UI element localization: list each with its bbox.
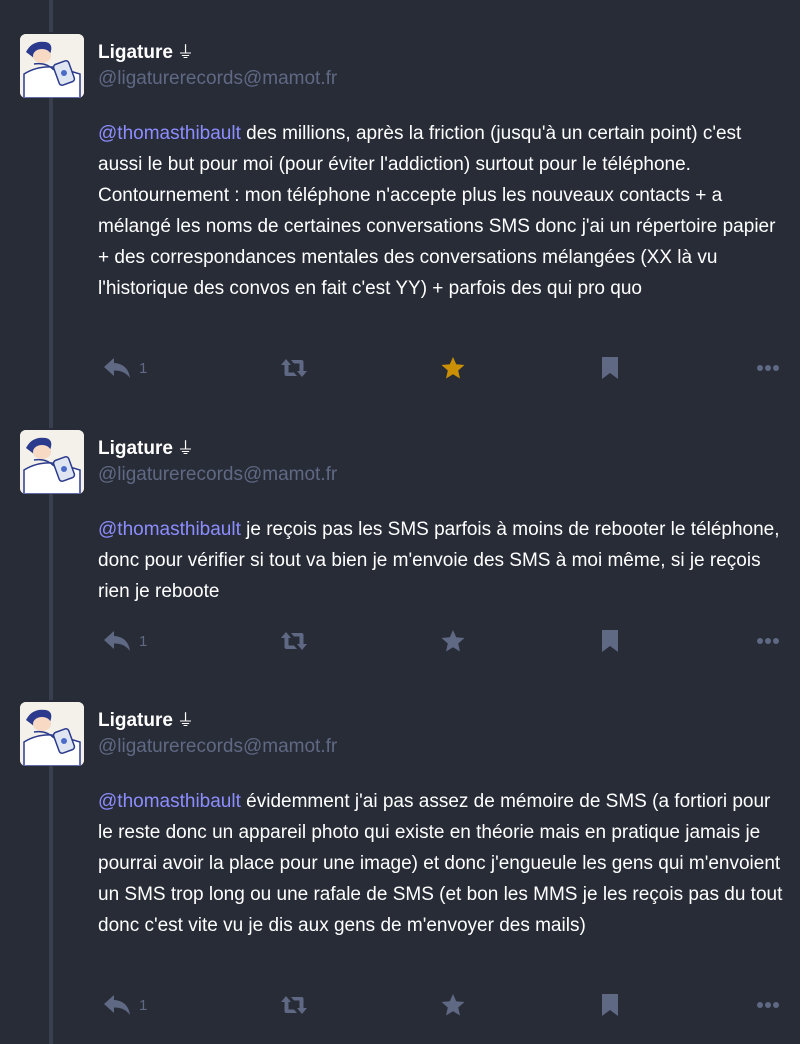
display-name-text: Ligature: [98, 42, 173, 63]
bookmark-button[interactable]: [600, 353, 620, 383]
bookmark-button[interactable]: [600, 626, 620, 656]
reply-count: 1: [139, 996, 148, 1014]
status-card[interactable]: Ligature ⏚ @ligaturerecords@mamot.fr @tho…: [0, 702, 800, 1032]
reply-icon: [104, 358, 130, 378]
status-action-bar: 1: [0, 626, 800, 656]
reply-button[interactable]: 1: [103, 626, 147, 656]
more-options-button[interactable]: [756, 353, 780, 383]
status-action-bar: 1: [0, 353, 800, 383]
reply-icon: [104, 631, 130, 651]
boost-button[interactable]: [280, 990, 308, 1020]
conversation-thread: Ligature ⏚ @ligaturerecords@mamot.fr @tho…: [0, 0, 800, 1044]
status-text: évidemment j'ai pas assez de mémoire de …: [98, 791, 783, 936]
display-name[interactable]: Ligature ⏚: [98, 706, 194, 732]
ellipsis-icon: [757, 1002, 779, 1008]
ellipsis-icon: [757, 638, 779, 644]
boost-button[interactable]: [280, 626, 308, 656]
bookmark-button[interactable]: [600, 990, 620, 1020]
thread-line: [49, 0, 53, 32]
bot-icon: ⏚: [176, 711, 194, 730]
bookmark-icon: [602, 357, 618, 379]
status-content: @thomasthibault je reçois pas les SMS pa…: [98, 514, 788, 607]
more-options-button[interactable]: [756, 990, 780, 1020]
account-handle[interactable]: @ligaturerecords@mamot.fr: [98, 464, 337, 486]
bookmark-icon: [602, 630, 618, 652]
avatar[interactable]: [20, 34, 84, 98]
reply-count: 1: [139, 359, 148, 377]
status-card[interactable]: Ligature ⏚ @ligaturerecords@mamot.fr @tho…: [0, 34, 800, 404]
mention-link[interactable]: @thomasthibault: [98, 519, 241, 540]
status-action-bar: 1: [0, 990, 800, 1020]
display-name-text: Ligature: [98, 710, 173, 731]
display-name-text: Ligature: [98, 438, 173, 459]
status-card[interactable]: Ligature ⏚ @ligaturerecords@mamot.fr @tho…: [0, 430, 800, 680]
display-name[interactable]: Ligature ⏚: [98, 38, 194, 64]
display-name[interactable]: Ligature ⏚: [98, 434, 194, 460]
boost-icon: [281, 359, 307, 377]
bot-icon: ⏚: [176, 439, 194, 458]
favourite-button[interactable]: [440, 990, 466, 1020]
favourite-button[interactable]: [440, 353, 466, 383]
reply-count: 1: [139, 632, 148, 650]
avatar[interactable]: [20, 702, 84, 766]
star-icon: [441, 357, 465, 379]
mention-link[interactable]: @thomasthibault: [98, 791, 241, 812]
bookmark-icon: [602, 994, 618, 1016]
account-handle[interactable]: @ligaturerecords@mamot.fr: [98, 68, 337, 90]
reply-button[interactable]: 1: [103, 990, 147, 1020]
favourite-button[interactable]: [440, 626, 466, 656]
status-content: @thomasthibault évidemment j'ai pas asse…: [98, 786, 788, 941]
more-options-button[interactable]: [756, 626, 780, 656]
avatar[interactable]: [20, 430, 84, 494]
boost-icon: [281, 632, 307, 650]
star-icon: [441, 994, 465, 1016]
bot-icon: ⏚: [176, 43, 194, 62]
reply-button[interactable]: 1: [103, 353, 147, 383]
boost-button[interactable]: [280, 353, 308, 383]
star-icon: [441, 630, 465, 652]
boost-icon: [281, 996, 307, 1014]
ellipsis-icon: [757, 365, 779, 371]
account-handle[interactable]: @ligaturerecords@mamot.fr: [98, 736, 337, 758]
reply-icon: [104, 995, 130, 1015]
mention-link[interactable]: @thomasthibault: [98, 123, 241, 144]
status-content: @thomasthibault des millions, après la f…: [98, 118, 788, 304]
status-text: des millions, après la friction (jusqu'à…: [98, 123, 776, 299]
